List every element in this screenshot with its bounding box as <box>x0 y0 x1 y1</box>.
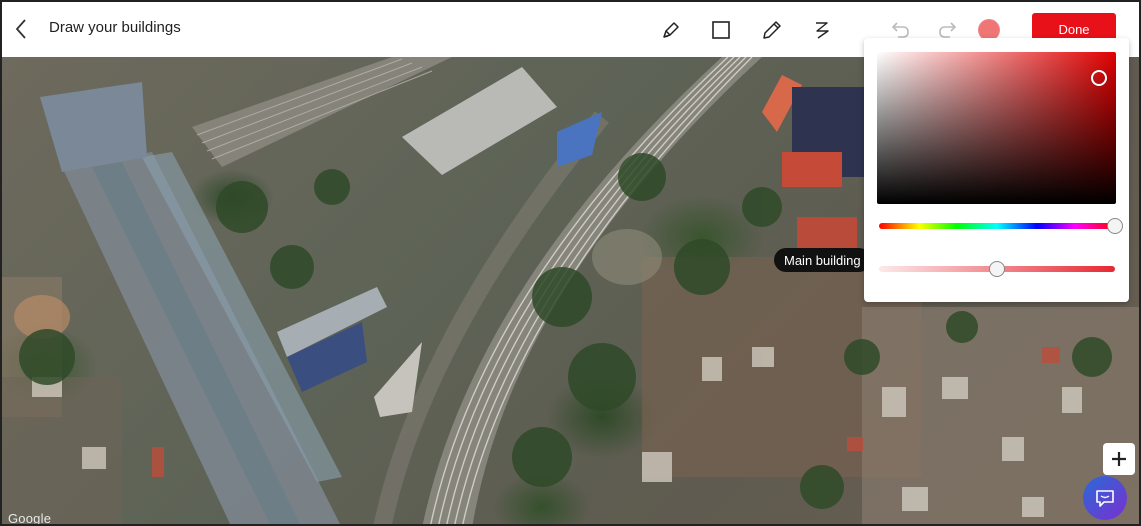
zoom-in-button[interactable] <box>1103 443 1135 475</box>
pen-tool-icon <box>663 22 679 38</box>
chevron-left-icon <box>15 19 26 39</box>
hue-slider-thumb[interactable] <box>1107 218 1123 234</box>
app-window: Draw your buildings Done Main building G… <box>0 0 1141 526</box>
freehand-tool-button[interactable] <box>809 17 835 43</box>
opacity-slider[interactable] <box>879 261 1115 277</box>
color-picker-popover <box>864 38 1129 302</box>
pencil-tool-icon <box>763 21 781 39</box>
page-title: Draw your buildings <box>49 19 181 36</box>
opacity-slider-thumb[interactable] <box>989 261 1005 277</box>
saturation-value-handle[interactable] <box>1091 70 1107 86</box>
pen-tool-button[interactable] <box>658 17 684 43</box>
chat-support-button[interactable] <box>1083 476 1127 520</box>
chat-bubble-icon <box>1096 490 1114 507</box>
saturation-value-area[interactable] <box>877 52 1116 204</box>
pencil-tool-button[interactable] <box>759 17 785 43</box>
plus-icon <box>1112 452 1126 466</box>
rectangle-tool-button[interactable] <box>708 17 734 43</box>
rectangle-tool-icon <box>712 21 730 39</box>
back-button[interactable] <box>10 16 32 42</box>
freehand-tool-icon <box>816 22 829 39</box>
google-attribution: Google <box>8 511 52 526</box>
building-label-tooltip: Main building <box>774 248 871 272</box>
hue-slider[interactable] <box>879 218 1123 234</box>
